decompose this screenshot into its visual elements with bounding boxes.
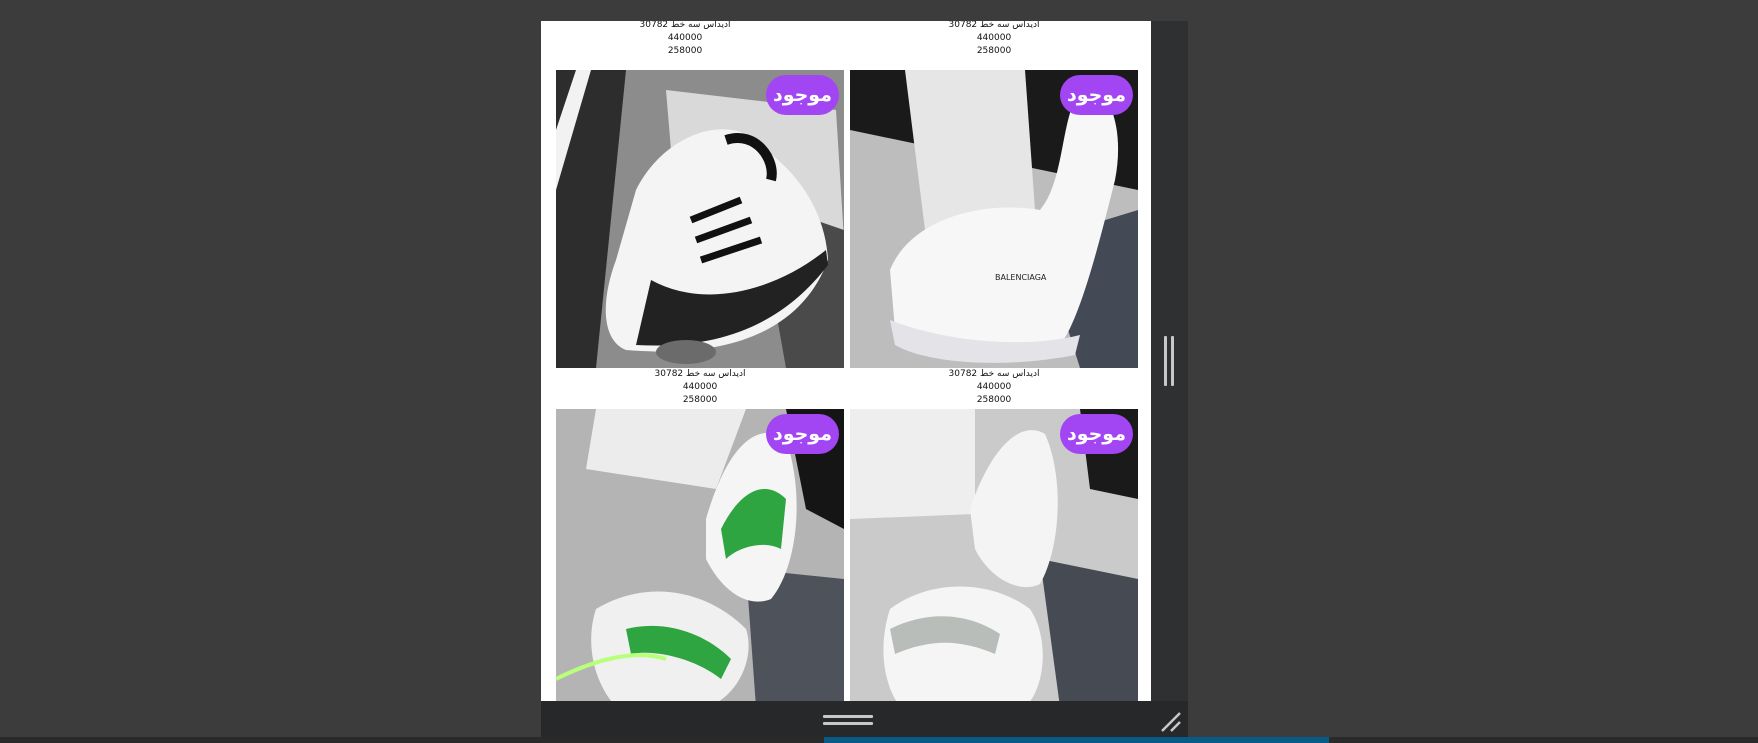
taskbar-active-item[interactable] xyxy=(824,737,1329,743)
product-card[interactable]: موجود xyxy=(556,409,844,701)
in-stock-badge: موجود xyxy=(1059,75,1133,115)
in-stock-badge: موجود xyxy=(1059,414,1133,454)
in-stock-badge: موجود xyxy=(765,75,839,115)
product-sale-price: 258000 xyxy=(976,46,1012,56)
product-caption: ادیداس سه خط 30782 440000 258000 xyxy=(541,21,829,58)
product-card[interactable]: ادیداس سه خط 30782 440000 258000 xyxy=(541,21,829,58)
product-image-white-black-stripe-sneaker[interactable]: موجود xyxy=(556,70,844,368)
in-stock-badge: موجود xyxy=(765,414,839,454)
product-image-white-grey-fashion-sneaker[interactable]: موجود xyxy=(850,409,1138,701)
product-caption: ادیداس سه خط 30782 440000 258000 xyxy=(556,368,844,407)
product-card[interactable]: موجود xyxy=(850,409,1138,701)
product-price: 440000 xyxy=(682,382,718,392)
product-page[interactable]: ادیداس سه خط 30782 440000 258000 ادیداس … xyxy=(541,21,1151,701)
product-price: 440000 xyxy=(976,33,1012,43)
product-title: ادیداس سه خط 30782 xyxy=(948,369,1040,379)
product-price: 440000 xyxy=(976,382,1012,392)
product-sale-price: 258000 xyxy=(976,395,1012,405)
product-price: 440000 xyxy=(667,33,703,43)
product-title: ادیداس سه خط 30782 xyxy=(654,369,746,379)
product-caption: ادیداس سه خط 30782 440000 258000 xyxy=(850,368,1138,407)
product-card[interactable]: ادیداس سه خط 30782 440000 258000 xyxy=(850,21,1138,58)
svg-text:BALENCIAGA: BALENCIAGA xyxy=(995,273,1047,282)
product-image-white-balenciaga-sneaker[interactable]: BALENCIAGA موجود xyxy=(850,70,1138,368)
horizontal-grip-icon[interactable] xyxy=(823,715,873,725)
image-viewer-window: ادیداس سه خط 30782 440000 258000 ادیداس … xyxy=(541,21,1188,737)
resize-corner-icon[interactable] xyxy=(1158,709,1182,733)
product-sale-price: 258000 xyxy=(667,46,703,56)
product-title: ادیداس سه خط 30782 xyxy=(948,21,1040,30)
product-card[interactable]: موجود ادیداس سه خط 30782 440000 258000 xyxy=(556,70,844,407)
product-card[interactable]: BALENCIAGA موجود ادیداس سه خط 30782 4400… xyxy=(850,70,1138,407)
product-caption: ادیداس سه خط 30782 440000 258000 xyxy=(850,21,1138,58)
product-title: ادیداس سه خط 30782 xyxy=(639,21,731,30)
product-sale-price: 258000 xyxy=(682,395,718,405)
viewer-bottom-bar xyxy=(541,701,1188,737)
product-image-white-green-sneakers[interactable]: موجود xyxy=(556,409,844,701)
taskbar xyxy=(0,737,1758,743)
vertical-grip-icon[interactable] xyxy=(1164,336,1174,386)
